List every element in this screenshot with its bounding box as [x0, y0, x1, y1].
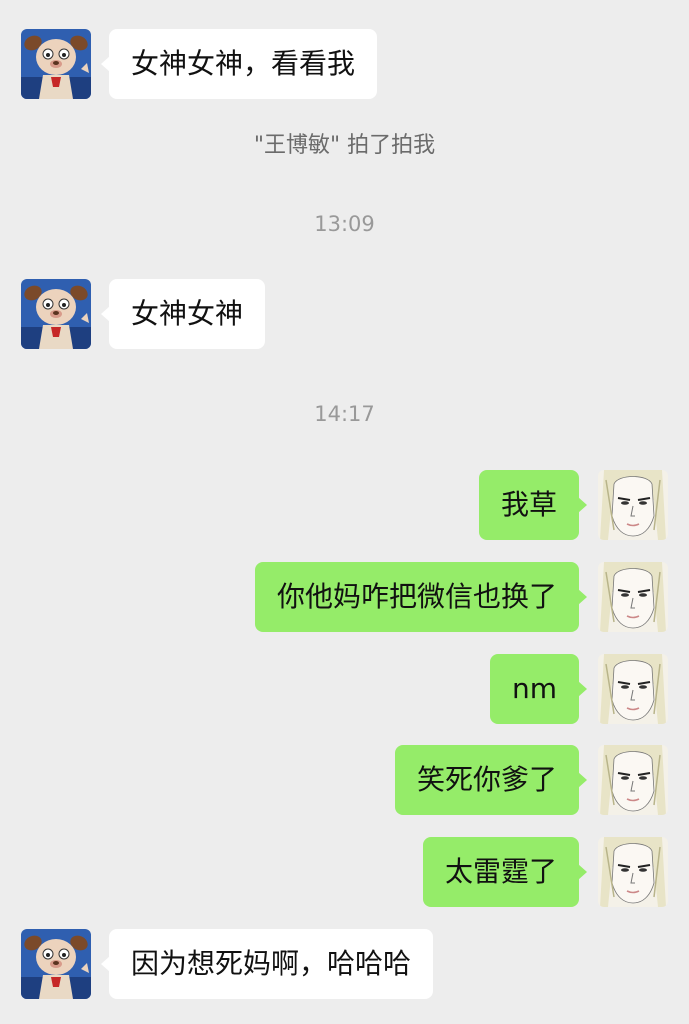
message-bubble[interactable]: 太雷霆了: [422, 837, 588, 907]
message-bubble[interactable]: 女神女神: [100, 279, 266, 349]
message-bubble[interactable]: 你他妈咋把微信也换了: [254, 562, 588, 632]
cartoon-dog-avatar-icon[interactable]: [21, 279, 91, 349]
timestamp: 13:09: [314, 212, 375, 236]
cartoon-dog-avatar-icon[interactable]: [21, 929, 91, 999]
message-bubble[interactable]: 因为想死妈啊，哈哈哈: [100, 929, 434, 999]
timestamp: 14:17: [314, 402, 375, 426]
message-bubble[interactable]: 女神女神，看看我: [100, 29, 378, 99]
sketch-portrait-avatar-icon[interactable]: [598, 837, 668, 907]
cartoon-dog-avatar-icon[interactable]: [21, 29, 91, 99]
sketch-portrait-avatar-icon[interactable]: [598, 654, 668, 724]
sketch-portrait-avatar-icon[interactable]: [598, 745, 668, 815]
message-bubble[interactable]: nm: [489, 654, 588, 724]
message-bubble[interactable]: 笑死你爹了: [394, 745, 588, 815]
pat-notice: "王博敏" 拍了拍我: [253, 133, 436, 158]
sketch-portrait-avatar-icon[interactable]: [598, 470, 668, 540]
message-bubble[interactable]: 我草: [478, 470, 588, 540]
sketch-portrait-avatar-icon[interactable]: [598, 562, 668, 632]
